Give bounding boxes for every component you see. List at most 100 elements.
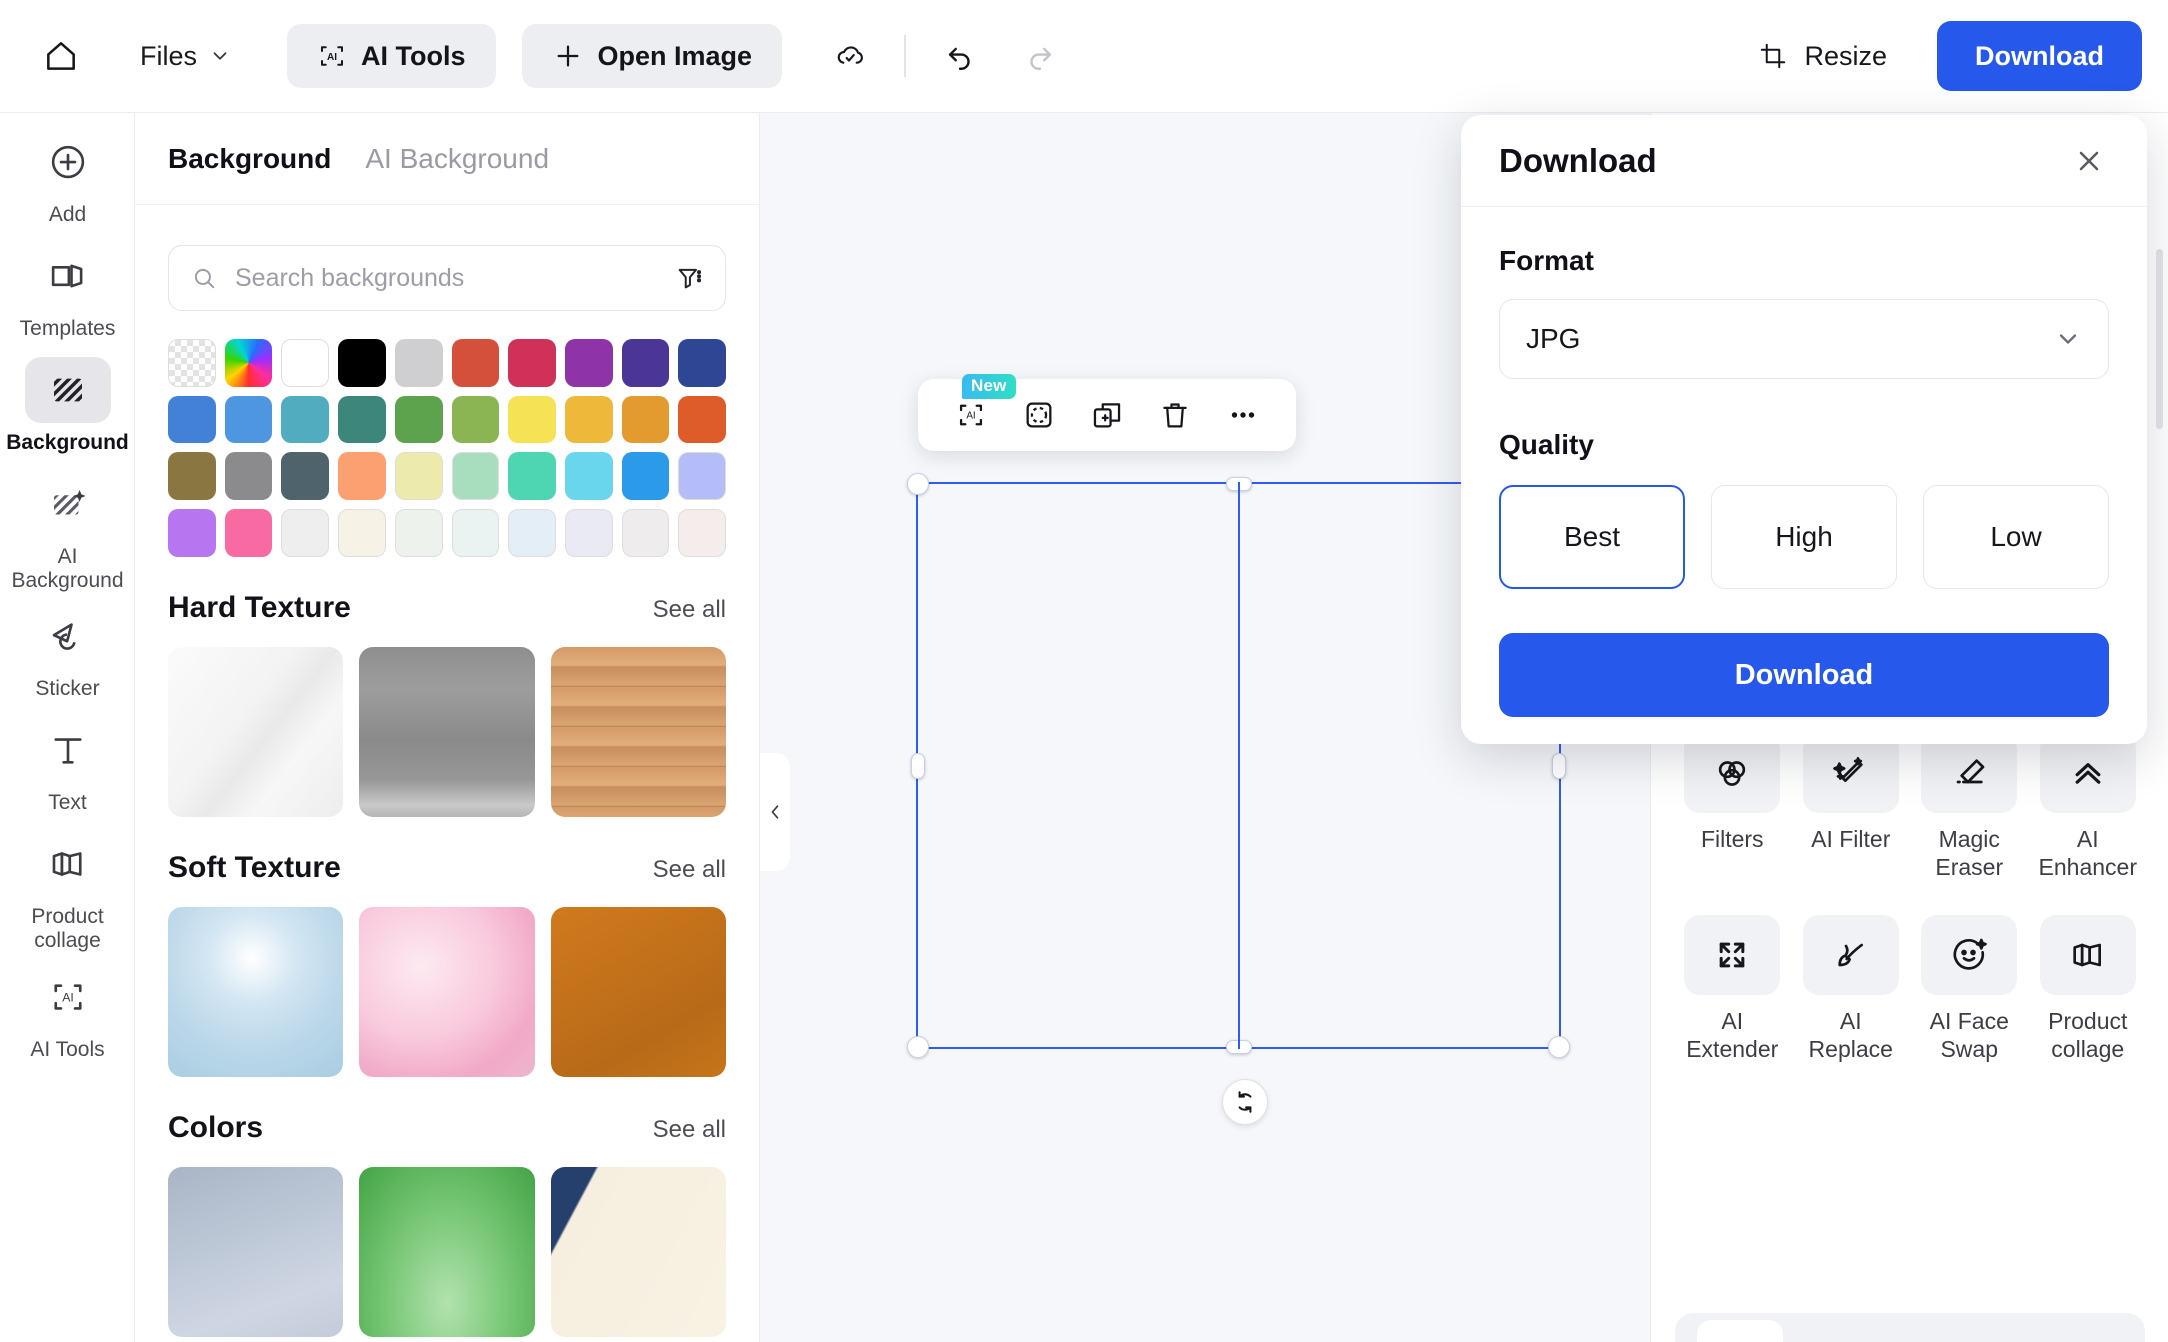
swatch-periwinkle[interactable] <box>678 452 727 501</box>
sidebar-item-background[interactable]: Background <box>0 357 135 461</box>
swatch-color-picker[interactable] <box>224 339 273 387</box>
resize-handle-bottom-center[interactable] <box>1225 1040 1252 1054</box>
swatch-mint-gradient[interactable] <box>451 452 500 501</box>
right-panel-scrollbar[interactable] <box>2156 249 2163 429</box>
cloud-sync-button[interactable] <box>822 28 878 84</box>
swatch-transparent[interactable] <box>168 339 216 387</box>
files-menu[interactable]: Files <box>132 35 239 78</box>
download-confirm-button[interactable]: Download <box>1499 633 2109 717</box>
swatch-amber-orange[interactable] <box>621 395 670 444</box>
see-all-link[interactable]: See all <box>653 1116 726 1144</box>
see-all-link[interactable]: See all <box>653 596 726 624</box>
tile-water-splash-texture[interactable] <box>168 907 344 1078</box>
swatch-mid-gray[interactable] <box>224 452 273 501</box>
resize-handle-bottom-left[interactable] <box>907 1036 929 1058</box>
swatch-pale-lime[interactable] <box>394 452 443 501</box>
swatch-golden-yellow[interactable] <box>564 395 613 444</box>
swatch-burnt-orange[interactable] <box>678 395 727 444</box>
sidebar-item-sticker[interactable]: Sticker <box>0 603 135 707</box>
tile-navy-cream-split[interactable] <box>550 1167 726 1338</box>
tool-ai-filter[interactable]: AI Filter <box>1794 733 1909 881</box>
tool-ai-replace[interactable]: AI Replace <box>1794 915 1909 1063</box>
swatch-hot-pink[interactable] <box>224 509 273 557</box>
resize-handle-top-left[interactable] <box>907 473 929 495</box>
sidebar-item-ai-background[interactable]: AI Background <box>0 471 135 593</box>
ai-tool-button[interactable]: New AI <box>940 374 1016 444</box>
tile-marble-texture[interactable] <box>168 646 344 818</box>
quality-option-low[interactable]: Low <box>1923 485 2109 589</box>
tile-wood-plank-texture[interactable] <box>550 646 726 818</box>
mask-section[interactable]: Mask <box>1675 1313 2145 1342</box>
swatch-purple[interactable] <box>564 339 613 387</box>
swatch-cream[interactable] <box>338 509 386 557</box>
format-select[interactable]: JPG <box>1499 299 2109 379</box>
quality-option-best[interactable]: Best <box>1499 485 1685 589</box>
ai-tools-button[interactable]: AI AI Tools <box>287 24 496 88</box>
swatch-aqua-green[interactable] <box>508 452 556 501</box>
sidebar-item-templates[interactable]: Templates <box>0 243 135 347</box>
tool-filters[interactable]: Filters <box>1675 733 1790 881</box>
resize-handle-top-center[interactable] <box>1225 477 1252 491</box>
panel-collapse-button[interactable] <box>760 753 790 871</box>
cutout-button[interactable] <box>1008 386 1070 444</box>
search-input[interactable] <box>235 263 657 293</box>
tile-green-gradient[interactable] <box>359 1167 535 1338</box>
home-button[interactable] <box>34 29 88 83</box>
tile-leather-texture[interactable] <box>550 907 726 1078</box>
tool-ai-enhancer[interactable]: AI Enhancer <box>2031 733 2146 881</box>
swatch-indigo[interactable] <box>621 339 670 387</box>
swatch-lemon-yellow[interactable] <box>508 395 556 444</box>
swatch-black[interactable] <box>338 339 386 387</box>
quality-option-high[interactable]: High <box>1711 485 1897 589</box>
swatch-olive-green[interactable] <box>451 395 500 444</box>
resize-handle-left-middle[interactable] <box>911 752 925 779</box>
resize-handle-right-middle[interactable] <box>1552 752 1566 779</box>
swatch-pale-taupe[interactable] <box>621 509 670 557</box>
sidebar-item-text[interactable]: Text <box>0 717 135 821</box>
swatch-deep-teal[interactable] <box>338 395 386 444</box>
resize-button[interactable]: Resize <box>1742 31 1903 82</box>
swatch-sky-blue[interactable] <box>224 395 273 444</box>
swatch-pale-mint[interactable] <box>451 509 500 557</box>
swatch-navy-blue[interactable] <box>678 339 727 387</box>
swatch-pale-sky[interactable] <box>508 509 556 557</box>
tile-steel-blue-gradient[interactable] <box>168 1167 344 1338</box>
duplicate-button[interactable] <box>1076 386 1138 444</box>
swatch-peach[interactable] <box>338 452 386 501</box>
open-image-button[interactable]: Open Image <box>521 24 783 88</box>
redo-button[interactable] <box>1012 28 1068 84</box>
sidebar-item-add[interactable]: Add <box>0 129 135 233</box>
swatch-pale-lilac[interactable] <box>564 509 613 557</box>
close-button[interactable] <box>2073 145 2105 177</box>
tab-ai-background[interactable]: AI Background <box>365 143 549 175</box>
tile-pink-silk-texture[interactable] <box>359 907 535 1078</box>
swatch-off-white-gray[interactable] <box>281 509 330 557</box>
swatch-lavender[interactable] <box>168 509 216 557</box>
delete-button[interactable] <box>1144 386 1206 444</box>
swatch-cyan[interactable] <box>564 452 613 501</box>
tool-magic-eraser[interactable]: Magic Eraser <box>1912 733 2027 881</box>
swatch-crimson[interactable] <box>508 339 556 387</box>
resize-handle-bottom-right[interactable] <box>1548 1036 1570 1058</box>
swatch-light-gray[interactable] <box>394 339 443 387</box>
swatch-bright-blue[interactable] <box>621 452 670 501</box>
sidebar-item-ai-tools[interactable]: AI AI Tools <box>0 964 135 1068</box>
see-all-link[interactable]: See all <box>653 856 726 884</box>
tool-product-collage[interactable]: Product collage <box>2031 915 2146 1063</box>
sidebar-item-product-collage[interactable]: Product collage <box>0 831 135 953</box>
more-button[interactable] <box>1212 386 1274 444</box>
tool-ai-face-swap[interactable]: AI Face Swap <box>1912 915 2027 1063</box>
search-backgrounds-box[interactable] <box>168 245 726 311</box>
swatch-brick-red[interactable] <box>451 339 500 387</box>
swatch-slate-gray[interactable] <box>281 452 330 501</box>
filter-icon[interactable] <box>675 264 703 292</box>
undo-button[interactable] <box>932 28 988 84</box>
tool-ai-extender[interactable]: AI Extender <box>1675 915 1790 1063</box>
swatch-pale-blush[interactable] <box>678 509 727 557</box>
swatch-white[interactable] <box>281 339 330 387</box>
swatch-royal-blue[interactable] <box>168 395 216 444</box>
mask-thumbnail[interactable] <box>1697 1320 1783 1342</box>
tab-background[interactable]: Background <box>168 143 331 175</box>
swatch-pale-sage[interactable] <box>394 509 443 557</box>
swatch-khaki-brown[interactable] <box>168 452 216 501</box>
